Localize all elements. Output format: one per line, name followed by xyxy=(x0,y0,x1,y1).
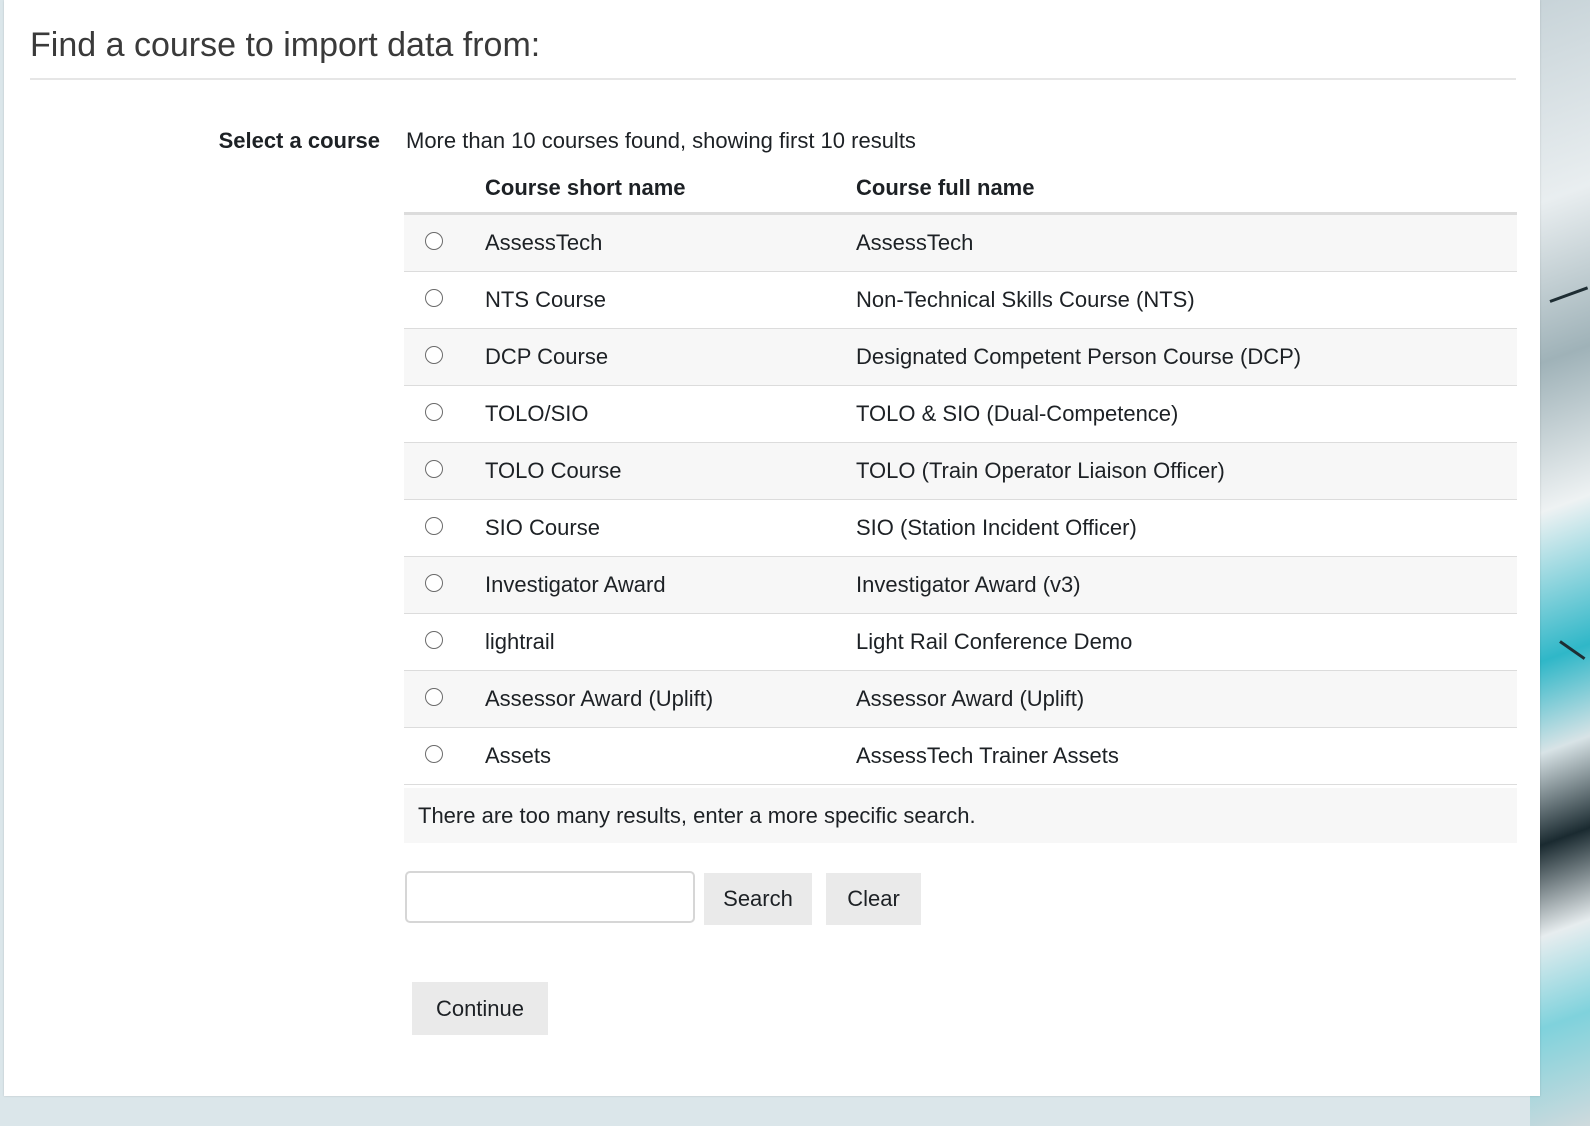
radio-cell[interactable] xyxy=(404,499,485,557)
course-radio[interactable] xyxy=(425,232,443,250)
course-full-name: Investigator Award (v3) xyxy=(856,556,1517,614)
radio-cell[interactable] xyxy=(404,670,485,728)
course-radio[interactable] xyxy=(425,574,443,592)
course-full-name: TOLO (Train Operator Liaison Officer) xyxy=(856,442,1517,500)
course-short-name: Investigator Award xyxy=(485,556,856,614)
course-table: Course short name Course full name Asses… xyxy=(404,164,1517,785)
table-row[interactable]: NTS Course Non-Technical Skills Course (… xyxy=(404,271,1517,329)
clear-button[interactable]: Clear xyxy=(826,873,921,925)
course-full-name: AssessTech Trainer Assets xyxy=(856,727,1517,785)
results-info: More than 10 courses found, showing firs… xyxy=(406,128,916,153)
course-radio[interactable] xyxy=(425,289,443,307)
course-short-name: TOLO/SIO xyxy=(485,385,856,443)
radio-cell[interactable] xyxy=(404,613,485,671)
import-course-panel: Find a course to import data from: Selec… xyxy=(4,0,1540,1096)
course-table-header: Course short name Course full name xyxy=(404,164,1517,215)
select-course-label: Select a course xyxy=(218,128,380,153)
course-full-name: Assessor Award (Uplift) xyxy=(856,670,1517,728)
select-column-header xyxy=(404,164,485,215)
course-radio[interactable] xyxy=(425,631,443,649)
table-row[interactable]: Assessor Award (Uplift) Assessor Award (… xyxy=(404,670,1517,728)
short-name-column-header: Course short name xyxy=(485,164,856,215)
course-short-name: TOLO Course xyxy=(485,442,856,500)
course-full-name: Light Rail Conference Demo xyxy=(856,613,1517,671)
table-row[interactable]: TOLO Course TOLO (Train Operator Liaison… xyxy=(404,442,1517,500)
course-short-name: DCP Course xyxy=(485,328,856,386)
search-button[interactable]: Search xyxy=(704,873,812,925)
course-short-name: Assets xyxy=(485,727,856,785)
radio-cell[interactable] xyxy=(404,442,485,500)
page-title: Find a course to import data from: xyxy=(30,26,541,64)
course-short-name: NTS Course xyxy=(485,271,856,329)
radio-cell[interactable] xyxy=(404,727,485,785)
course-radio[interactable] xyxy=(425,403,443,421)
radio-cell[interactable] xyxy=(404,385,485,443)
search-input[interactable] xyxy=(405,871,695,923)
course-radio[interactable] xyxy=(425,346,443,364)
radio-cell[interactable] xyxy=(404,271,485,329)
table-row[interactable]: Investigator Award Investigator Award (v… xyxy=(404,556,1517,614)
course-full-name: Designated Competent Person Course (DCP) xyxy=(856,328,1517,386)
course-radio[interactable] xyxy=(425,688,443,706)
table-row[interactable]: AssessTech AssessTech xyxy=(404,213,1517,272)
table-row[interactable]: lightrail Light Rail Conference Demo xyxy=(404,613,1517,671)
title-divider xyxy=(30,78,1516,80)
course-radio[interactable] xyxy=(425,745,443,763)
course-radio[interactable] xyxy=(425,460,443,478)
too-many-results-message: There are too many results, enter a more… xyxy=(404,788,1517,843)
course-short-name: AssessTech xyxy=(485,213,856,272)
radio-cell[interactable] xyxy=(404,213,485,272)
course-short-name: SIO Course xyxy=(485,499,856,557)
course-short-name: lightrail xyxy=(485,613,856,671)
course-full-name: TOLO & SIO (Dual-Competence) xyxy=(856,385,1517,443)
course-full-name: Non-Technical Skills Course (NTS) xyxy=(856,271,1517,329)
table-row[interactable]: SIO Course SIO (Station Incident Officer… xyxy=(404,499,1517,557)
table-row[interactable]: Assets AssessTech Trainer Assets xyxy=(404,727,1517,785)
course-radio[interactable] xyxy=(425,517,443,535)
table-row[interactable]: TOLO/SIO TOLO & SIO (Dual-Competence) xyxy=(404,385,1517,443)
course-short-name: Assessor Award (Uplift) xyxy=(485,670,856,728)
radio-cell[interactable] xyxy=(404,556,485,614)
radio-cell[interactable] xyxy=(404,328,485,386)
full-name-column-header: Course full name xyxy=(856,164,1517,215)
table-row[interactable]: DCP Course Designated Competent Person C… xyxy=(404,328,1517,386)
course-full-name: AssessTech xyxy=(856,213,1517,272)
course-full-name: SIO (Station Incident Officer) xyxy=(856,499,1517,557)
continue-button[interactable]: Continue xyxy=(412,982,548,1035)
